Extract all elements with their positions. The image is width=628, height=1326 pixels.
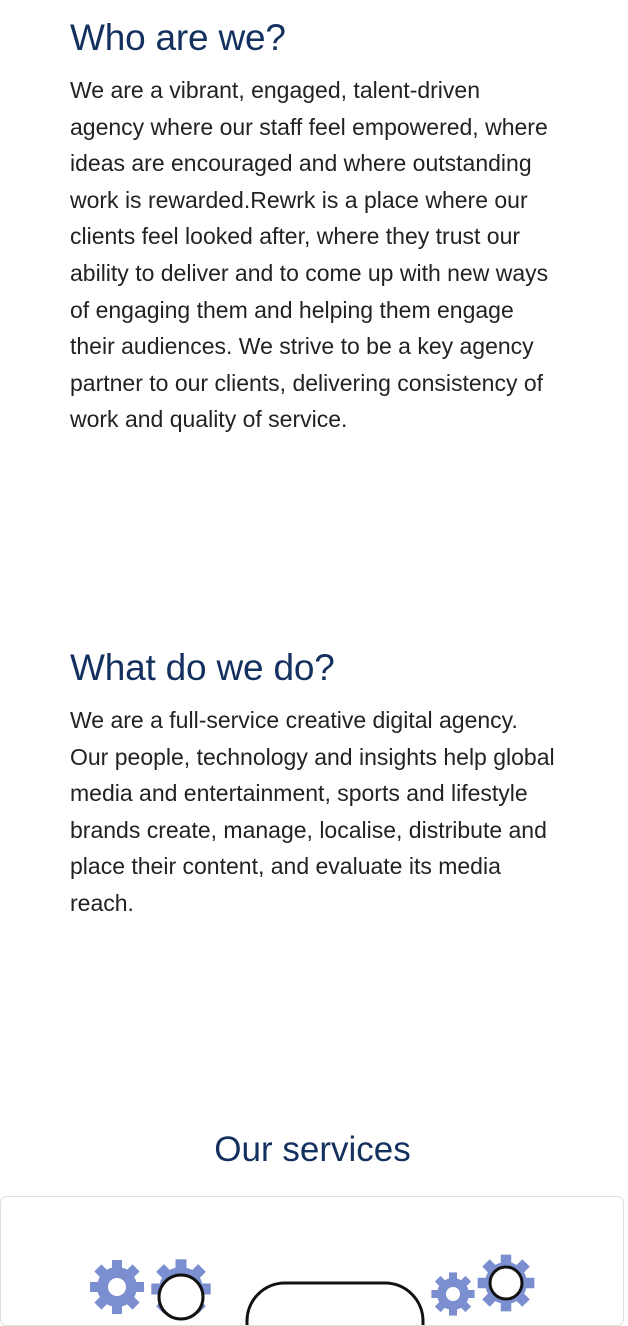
who-are-we-body: We are a vibrant, engaged, talent-driven…	[70, 77, 549, 433]
gears-icon	[90, 1254, 535, 1325]
what-do-we-do-section: What do we do? We are a full-service cre…	[70, 646, 560, 922]
who-are-we-heading: Who are we?	[70, 17, 286, 58]
service-card[interactable]	[0, 1196, 624, 1326]
our-services-heading: Our services	[214, 1130, 411, 1169]
what-do-we-do-heading: What do we do?	[70, 647, 335, 688]
who-are-we-section: Who are we? We are a vibrant, engaged, t…	[70, 16, 560, 438]
what-do-we-do-body: We are a full-service creative digital a…	[70, 707, 555, 916]
